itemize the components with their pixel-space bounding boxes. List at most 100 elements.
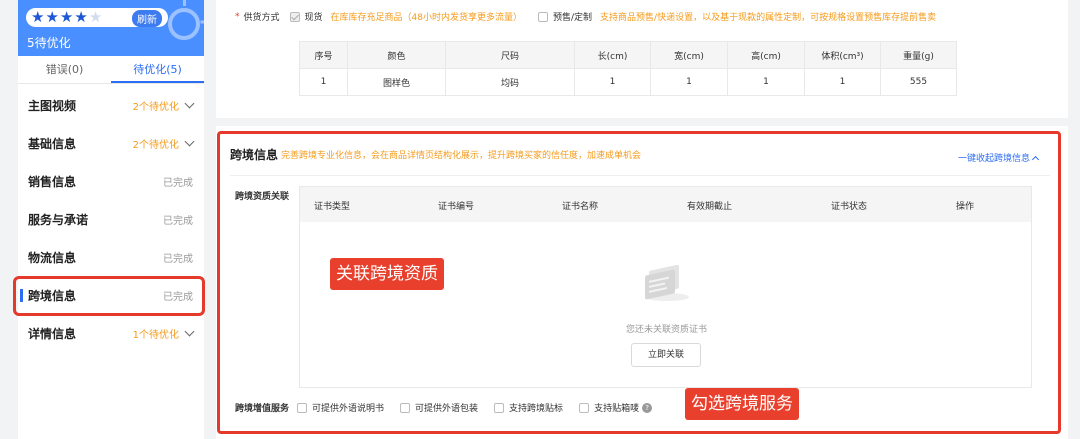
optimize-count: 5待优化 xyxy=(27,36,71,50)
table-cell: 1 xyxy=(299,68,348,96)
checkbox[interactable] xyxy=(297,402,308,413)
column-header: 高(cm) xyxy=(727,41,805,69)
column-header: 证书名称 xyxy=(562,202,599,212)
column-header: 证书状态 xyxy=(831,202,868,212)
column-header: 宽(cm) xyxy=(650,41,728,69)
sidebar-item-label: 主图视频 xyxy=(28,98,77,113)
table-cell: 图样色 xyxy=(347,68,446,96)
required-mark: * xyxy=(235,11,240,22)
vas-option-labeling[interactable]: 支持跨境贴标 xyxy=(494,401,563,414)
table-cell: 1 xyxy=(727,68,805,96)
vas-label: 跨境增值服务 xyxy=(235,404,290,414)
table-header-row: 证书类型 证书编号 证书名称 有效期截止 证书状态 操作 xyxy=(300,187,1031,222)
column-header: 证书编号 xyxy=(438,202,475,212)
optimization-tabs: 错误(0) 待优化(5) xyxy=(18,56,204,84)
table-cell: 555 xyxy=(880,68,957,96)
link-now-button[interactable]: 立即关联 xyxy=(631,343,701,367)
status-text: 2个待优化 xyxy=(132,101,179,113)
chevron-down-icon xyxy=(184,98,195,108)
chevron-down-icon xyxy=(184,136,195,146)
highlight-box-sidebar xyxy=(13,276,205,316)
option-label: 可提供外语说明书 xyxy=(312,404,385,414)
sidebar-item-label: 销售信息 xyxy=(28,174,77,189)
checkbox[interactable] xyxy=(579,402,590,413)
star-icon: ★ xyxy=(74,8,88,26)
status-text: 1个待优化 xyxy=(132,329,179,341)
table-row: 1 图样色 均码 1 1 1 1 555 xyxy=(299,68,957,96)
in-stock-checkbox[interactable] xyxy=(289,11,300,22)
empty-state-text: 您还未关联资质证书 xyxy=(625,325,707,335)
table-cell: 1 xyxy=(650,68,728,96)
spec-table: 序号 颜色 尺码 长(cm) 宽(cm) 高(cm) 体积(cm³) 重量(g)… xyxy=(299,41,957,96)
column-header: 颜色 xyxy=(347,41,446,69)
column-header: 操作 xyxy=(956,202,975,212)
sidebar-item-label: 服务与承诺 xyxy=(28,212,89,227)
option-label: 可提供外语包装 xyxy=(415,404,479,414)
lightbulb-ray xyxy=(200,20,204,24)
supply-method-row: * 供货方式 现货 在库库存充足商品（48小时内发货享更多流量） 预售/定制 支… xyxy=(235,10,936,23)
rating-stars: ★ ★ ★ ★ ★ xyxy=(31,10,102,25)
section-description: 完善跨境专业化信息，会在商品详情页结构化展示，提升跨境买家的信任度，加速成单机会 xyxy=(281,151,642,161)
sales-card: * 供货方式 现货 在库库存充足商品（48小时内发货享更多流量） 预售/定制 支… xyxy=(216,0,1068,118)
sidebar-item-label: 详情信息 xyxy=(28,326,77,341)
star-icon: ★ xyxy=(59,8,74,26)
table-header-row: 序号 颜色 尺码 长(cm) 宽(cm) 高(cm) 体积(cm³) 重量(g) xyxy=(299,41,957,69)
chevron-up-icon xyxy=(1031,155,1040,163)
column-header: 有效期截止 xyxy=(687,202,733,212)
vas-option-manual[interactable]: 可提供外语说明书 xyxy=(297,401,384,414)
column-header: 尺码 xyxy=(445,41,575,69)
presale-note: 支持商品预售/快递设置，以及基于现款的属性定制，可按规格设置预售库存提前售卖 xyxy=(600,13,937,23)
table-cell: 1 xyxy=(574,68,651,96)
refresh-button[interactable]: 刷新 xyxy=(132,10,162,27)
presale-checkbox[interactable] xyxy=(538,11,548,22)
help-icon[interactable]: ? xyxy=(642,402,653,413)
sidebar-item-basic-info[interactable]: 基础信息 2个待优化 xyxy=(18,124,204,162)
sidebar-item-sales-info[interactable]: 销售信息 已完成 xyxy=(18,162,204,200)
in-stock-label: 现货 xyxy=(304,13,323,23)
star-icon: ★ xyxy=(88,8,103,26)
lightbulb-icon xyxy=(168,8,200,40)
empty-document-icon xyxy=(645,264,689,301)
section-title: 跨境信息 xyxy=(230,148,279,162)
sidebar-item-main-video[interactable]: 主图视频 2个待优化 xyxy=(18,86,204,124)
option-label: 支持贴箱唛 xyxy=(594,404,640,414)
status-text: 2个待优化 xyxy=(132,139,179,151)
callout-service: 勾选跨境服务 xyxy=(685,388,799,420)
column-header: 重量(g) xyxy=(880,41,957,69)
sidebar-item-label: 基础信息 xyxy=(28,136,77,151)
sidebar-item-service[interactable]: 服务与承诺 已完成 xyxy=(18,200,204,238)
collapse-label: 一键收起跨境信息 xyxy=(957,154,1030,164)
tab-pending[interactable]: 待优化(5) xyxy=(111,56,204,83)
sidebar-item-details[interactable]: 详情信息 1个待优化 xyxy=(18,314,204,352)
collapse-crossborder-link[interactable]: 一键收起跨境信息 xyxy=(957,151,1040,164)
sidebar-item-status: 2个待优化 xyxy=(132,136,195,151)
lightbulb-ray xyxy=(183,0,186,6)
option-label: 支持跨境贴标 xyxy=(509,404,564,414)
optimization-sidebar: ★ ★ ★ ★ ★ 刷新 5待优化 错误(0) 待优化(5) 主图视频 2个待优化 基础… xyxy=(18,0,204,439)
column-header: 长(cm) xyxy=(574,41,651,69)
divider xyxy=(230,175,1050,176)
sidebar-item-status: 已完成 xyxy=(163,215,193,227)
vas-option-packaging[interactable]: 可提供外语包装 xyxy=(400,401,478,414)
callout-assoc: 关联跨境资质 xyxy=(330,258,444,290)
supply-label: 供货方式 xyxy=(243,13,280,23)
chevron-down-icon xyxy=(184,326,195,336)
main-content: * 供货方式 现货 在库库存充足商品（48小时内发货享更多流量） 预售/定制 支… xyxy=(216,0,1068,439)
table-cell: 1 xyxy=(804,68,881,96)
vas-option-box-mark[interactable]: 支持贴箱唛? xyxy=(579,401,653,414)
cert-assoc-label: 跨境资质关联 xyxy=(235,192,290,202)
sidebar-item-status: 已完成 xyxy=(163,177,193,189)
sidebar-item-status: 已完成 xyxy=(163,253,193,265)
column-header: 证书类型 xyxy=(314,202,351,212)
checkbox[interactable] xyxy=(400,402,411,413)
star-icon: ★ xyxy=(31,8,45,26)
checkbox[interactable] xyxy=(494,402,505,413)
column-header: 体积(cm³) xyxy=(804,41,881,69)
tab-errors[interactable]: 错误(0) xyxy=(18,56,111,83)
sidebar-item-logistics[interactable]: 物流信息 已完成 xyxy=(18,238,204,276)
presale-label: 预售/定制 xyxy=(553,13,593,23)
rating-pill: ★ ★ ★ ★ ★ 刷新 xyxy=(26,8,168,27)
sidebar-item-status: 2个待优化 xyxy=(132,98,195,113)
table-cell: 均码 xyxy=(445,68,575,96)
star-icon: ★ xyxy=(45,8,59,26)
